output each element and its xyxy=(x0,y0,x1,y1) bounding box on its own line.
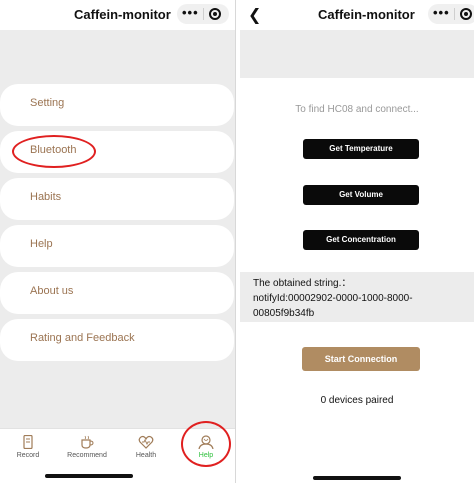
connection-status: To find HC08 and connect... xyxy=(295,104,419,115)
bluetooth-highlight-ring xyxy=(12,135,96,168)
page-title: Caffein-monitor xyxy=(74,7,171,22)
back-chevron-icon[interactable]: ❮ xyxy=(248,5,261,25)
result-line: The obtained string.： xyxy=(253,278,352,289)
menu-item-setting[interactable]: Setting xyxy=(0,84,234,126)
menu-item-label: Habits xyxy=(30,191,62,203)
menu-item-label: Help xyxy=(30,238,53,250)
help-tab-highlight-ring xyxy=(181,421,231,467)
home-indicator xyxy=(45,474,133,478)
page-title: Caffein-monitor xyxy=(318,7,415,22)
menu-item-label: Rating and Feedback xyxy=(30,332,135,344)
tab-label: Recommend xyxy=(67,452,107,459)
coffee-cup-icon xyxy=(81,435,94,449)
menu-item-label: Setting xyxy=(30,97,65,109)
heart-icon xyxy=(138,435,154,449)
nav-bar: Caffein-monitor ••• xyxy=(0,0,235,30)
menu-item-label: About us xyxy=(30,285,74,297)
result-line: notifyId:00002902-0000-1000-8000- xyxy=(253,293,413,304)
get-concentration-button[interactable]: Get Concentration xyxy=(303,230,419,250)
menu-item-rating-feedback[interactable]: Rating and Feedback xyxy=(0,319,234,361)
menu-item-habits[interactable]: Habits xyxy=(0,178,234,220)
home-indicator xyxy=(313,476,401,480)
control-panel: To find HC08 and connect... Get Temperat… xyxy=(240,78,474,272)
tab-label: Record xyxy=(16,452,40,459)
more-icon[interactable]: ••• xyxy=(182,5,199,20)
left-screen: Caffein-monitor ••• Setting Bluetooth Ha… xyxy=(0,0,236,483)
obtained-string-box: The obtained string.： notifyId:00002902-… xyxy=(240,272,474,322)
close-target-icon[interactable] xyxy=(460,8,472,20)
close-target-icon[interactable] xyxy=(209,8,221,20)
tab-recommend[interactable]: Recommend xyxy=(62,435,112,459)
header-spacer xyxy=(0,30,235,78)
header-spacer xyxy=(240,30,474,78)
menu-item-help[interactable]: Help xyxy=(0,225,234,267)
get-temperature-button[interactable]: Get Temperature xyxy=(303,139,419,159)
more-icon[interactable]: ••• xyxy=(433,5,450,20)
mini-program-capsule: ••• xyxy=(428,4,474,24)
record-icon xyxy=(23,435,33,449)
menu-item-about-us[interactable]: About us xyxy=(0,272,234,314)
capsule-divider xyxy=(203,8,204,20)
paired-devices-count: 0 devices paired xyxy=(320,395,394,406)
mini-program-capsule: ••• xyxy=(177,4,229,24)
result-line: 00805f9b34fb xyxy=(253,308,315,319)
start-connection-button[interactable]: Start Connection xyxy=(302,347,420,371)
connection-panel: Start Connection 0 devices paired xyxy=(240,322,474,483)
get-volume-button[interactable]: Get Volume xyxy=(303,185,419,205)
tab-label: Health xyxy=(135,452,157,459)
nav-bar: ❮ Caffein-monitor ••• xyxy=(240,0,474,30)
tab-record[interactable]: Record xyxy=(3,435,53,459)
capsule-divider xyxy=(454,8,455,20)
right-screen: ❮ Caffein-monitor ••• To find HC08 and c… xyxy=(240,0,474,483)
tab-health[interactable]: Health xyxy=(121,435,171,459)
